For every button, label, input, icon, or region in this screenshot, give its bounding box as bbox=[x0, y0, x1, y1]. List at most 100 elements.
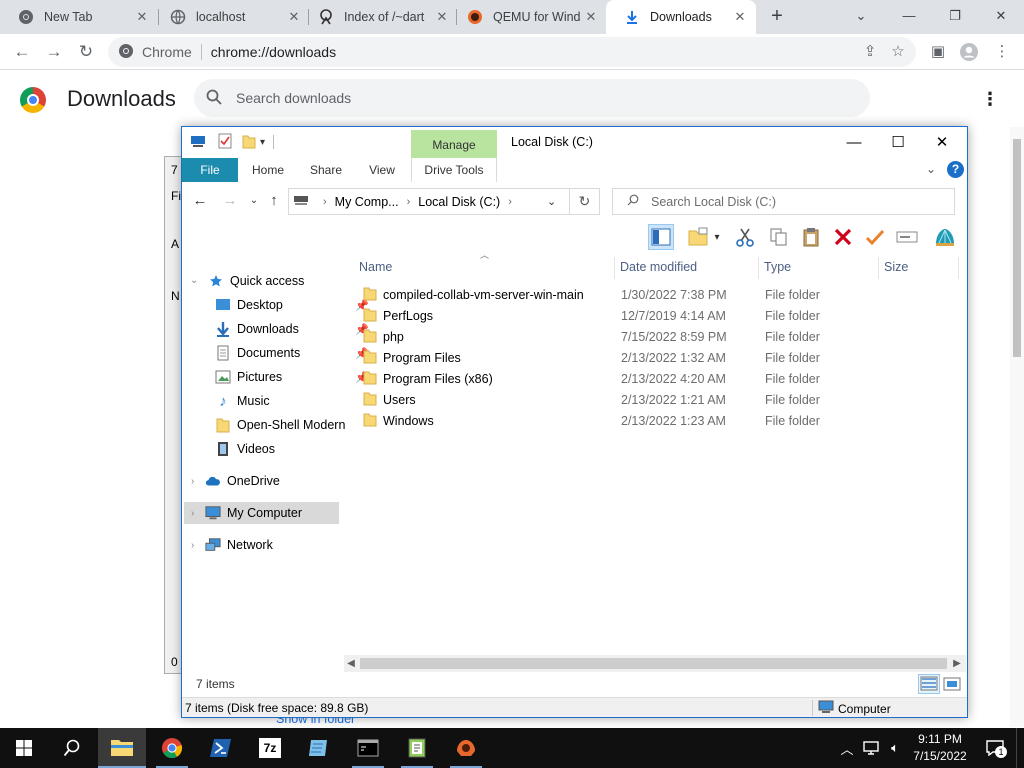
side-panel-icon[interactable]: ▣ bbox=[926, 40, 950, 64]
taskbar-chrome[interactable] bbox=[148, 728, 196, 768]
taskbar-qemu[interactable] bbox=[442, 728, 490, 768]
file-row[interactable]: compiled-collab-vm-server-win-main 1/30/… bbox=[358, 284, 958, 305]
taskbar-search-button[interactable] bbox=[48, 728, 96, 768]
delete-icon[interactable] bbox=[830, 224, 856, 250]
column-divider[interactable] bbox=[958, 257, 959, 279]
nav-network[interactable]: Network bbox=[205, 534, 273, 556]
column-divider[interactable] bbox=[758, 257, 759, 279]
omnibox[interactable]: Chrome chrome://downloads bbox=[108, 37, 916, 67]
network-tray-icon[interactable] bbox=[860, 728, 882, 768]
tab-index-of[interactable]: Index of /~dart ✕ bbox=[300, 0, 458, 34]
properties-check-icon[interactable] bbox=[862, 224, 888, 250]
tab-downloads[interactable]: Downloads ✕ bbox=[606, 0, 756, 34]
tab-localhost[interactable]: localhost ✕ bbox=[152, 0, 310, 34]
nav-my-computer[interactable]: My Computer bbox=[184, 502, 339, 524]
taskbar-notepad[interactable] bbox=[295, 728, 343, 768]
close-window-button[interactable]: ✕ bbox=[986, 4, 1016, 28]
nav-music[interactable]: ♪ Music bbox=[215, 390, 269, 412]
navigation-pane-icon[interactable] bbox=[648, 224, 674, 250]
more-actions-icon[interactable]: ⋮ bbox=[978, 87, 1002, 111]
tab-view[interactable]: View bbox=[358, 158, 406, 182]
minimize-button[interactable]: — bbox=[894, 4, 924, 28]
close-tab-icon[interactable]: ✕ bbox=[732, 9, 748, 25]
breadcrumb-chevron-icon[interactable]: › bbox=[508, 196, 512, 208]
tab-home[interactable]: Home bbox=[242, 158, 294, 182]
customize-qat-icon[interactable]: ▾ bbox=[260, 137, 265, 148]
expand-arrow-icon[interactable]: › bbox=[191, 476, 194, 487]
page-scrollbar[interactable] bbox=[1010, 127, 1024, 727]
file-row[interactable]: PerfLogs 12/7/2019 4:14 AM File folder bbox=[358, 305, 958, 326]
taskbar-7zip[interactable]: 7z bbox=[246, 728, 294, 768]
tab-new-tab[interactable]: New Tab ✕ bbox=[0, 0, 158, 34]
details-view-icon[interactable] bbox=[918, 674, 940, 694]
file-row[interactable]: Users 2/13/2022 1:21 AM File folder bbox=[358, 389, 958, 410]
explorer-maximize-button[interactable]: ☐ bbox=[876, 129, 920, 157]
file-row[interactable]: php 7/15/2022 8:59 PM File folder bbox=[358, 326, 958, 347]
breadcrumb-chevron-icon[interactable]: › bbox=[407, 196, 411, 208]
new-folder-icon[interactable] bbox=[242, 133, 256, 152]
new-tab-button[interactable]: + bbox=[764, 5, 790, 29]
taskbar-terminal[interactable] bbox=[344, 728, 392, 768]
nav-pictures[interactable]: Pictures 📌 bbox=[215, 366, 369, 388]
tab-search-icon[interactable]: ⌄ bbox=[846, 4, 876, 28]
omnibox-url[interactable]: chrome://downloads bbox=[211, 44, 336, 60]
up-arrow-icon[interactable]: ↑ bbox=[264, 192, 284, 210]
file-row[interactable]: Program Files (x86) 2/13/2022 4:20 AM Fi… bbox=[358, 368, 958, 389]
cut-icon[interactable] bbox=[732, 224, 758, 250]
folder-options-icon[interactable] bbox=[686, 224, 712, 250]
taskbar-file-explorer[interactable] bbox=[98, 728, 146, 768]
tab-share[interactable]: Share bbox=[300, 158, 352, 182]
bookmark-star-icon[interactable]: ☆ bbox=[886, 40, 910, 64]
scrollbar-thumb[interactable] bbox=[1013, 139, 1021, 357]
back-arrow-icon[interactable]: ← bbox=[190, 192, 210, 210]
copy-icon[interactable] bbox=[766, 224, 792, 250]
expand-arrow-icon[interactable]: › bbox=[191, 540, 194, 551]
back-button[interactable]: ← bbox=[8, 38, 36, 66]
taskbar-powershell[interactable] bbox=[197, 728, 245, 768]
nav-videos[interactable]: Videos bbox=[215, 438, 275, 460]
nav-quick-access[interactable]: Quick access bbox=[208, 270, 304, 292]
breadcrumb-local-disk[interactable]: Local Disk (C:) bbox=[418, 195, 500, 209]
nav-open-shell-modern[interactable]: Open-Shell Modern bbox=[215, 414, 345, 436]
column-header-date-modified[interactable]: Date modified bbox=[620, 255, 756, 279]
dropdown-arrow-icon[interactable]: ▾ bbox=[710, 224, 724, 250]
restore-button[interactable]: ❐ bbox=[940, 4, 970, 28]
recent-locations-icon[interactable]: ⌄ bbox=[244, 192, 264, 210]
manage-tab-group[interactable]: Manage bbox=[411, 130, 497, 158]
forward-arrow-icon[interactable]: → bbox=[220, 192, 240, 210]
explorer-minimize-button[interactable]: — bbox=[832, 129, 876, 157]
expand-arrow-icon[interactable]: › bbox=[191, 508, 194, 519]
breadcrumb-my-computer[interactable]: My Comp... bbox=[335, 195, 399, 209]
large-icons-view-icon[interactable] bbox=[941, 674, 963, 694]
nav-desktop[interactable]: Desktop 📌 bbox=[215, 294, 369, 316]
clock[interactable]: 9:11 PM 7/15/2022 bbox=[906, 731, 974, 765]
nav-documents[interactable]: Documents 📌 bbox=[215, 342, 369, 364]
scroll-right-icon[interactable]: ▶ bbox=[950, 656, 964, 671]
explorer-search-input[interactable]: Search Local Disk (C:) bbox=[612, 188, 955, 215]
taskbar-app[interactable] bbox=[393, 728, 441, 768]
column-divider[interactable] bbox=[614, 257, 615, 279]
start-button[interactable] bbox=[0, 728, 48, 768]
column-header-type[interactable]: Type bbox=[764, 255, 874, 279]
share-icon[interactable]: ⇪ bbox=[858, 40, 882, 64]
refresh-icon[interactable]: ↻ bbox=[570, 188, 600, 215]
expand-ribbon-icon[interactable]: ⌄ bbox=[926, 162, 936, 176]
column-divider[interactable] bbox=[878, 257, 879, 279]
address-dropdown-icon[interactable]: ⌄ bbox=[547, 195, 556, 208]
breadcrumb-chevron-icon[interactable]: › bbox=[323, 196, 327, 208]
address-bar[interactable]: › My Comp... › Local Disk (C:) › ⌄ bbox=[288, 188, 570, 215]
properties-icon[interactable] bbox=[218, 133, 232, 152]
scroll-left-icon[interactable]: ◀ bbox=[344, 656, 358, 671]
chrome-menu-icon[interactable]: ⋮ bbox=[990, 40, 1014, 64]
close-tab-icon[interactable]: ✕ bbox=[583, 9, 599, 25]
show-desktop-button[interactable] bbox=[1016, 728, 1024, 768]
tab-file[interactable]: File bbox=[182, 158, 238, 182]
collapse-arrow-icon[interactable]: ⌄ bbox=[190, 275, 198, 286]
file-row[interactable]: Windows 2/13/2022 1:23 AM File folder bbox=[358, 410, 958, 431]
rename-icon[interactable] bbox=[894, 224, 920, 250]
horizontal-scrollbar[interactable]: ◀ ▶ bbox=[344, 655, 966, 672]
close-tab-icon[interactable]: ✕ bbox=[434, 9, 450, 25]
downloads-search-input[interactable]: Search downloads bbox=[194, 79, 870, 117]
tab-qemu[interactable]: QEMU for Wind ✕ bbox=[449, 0, 607, 34]
volume-icon[interactable]: 🔈︎ bbox=[884, 728, 906, 768]
